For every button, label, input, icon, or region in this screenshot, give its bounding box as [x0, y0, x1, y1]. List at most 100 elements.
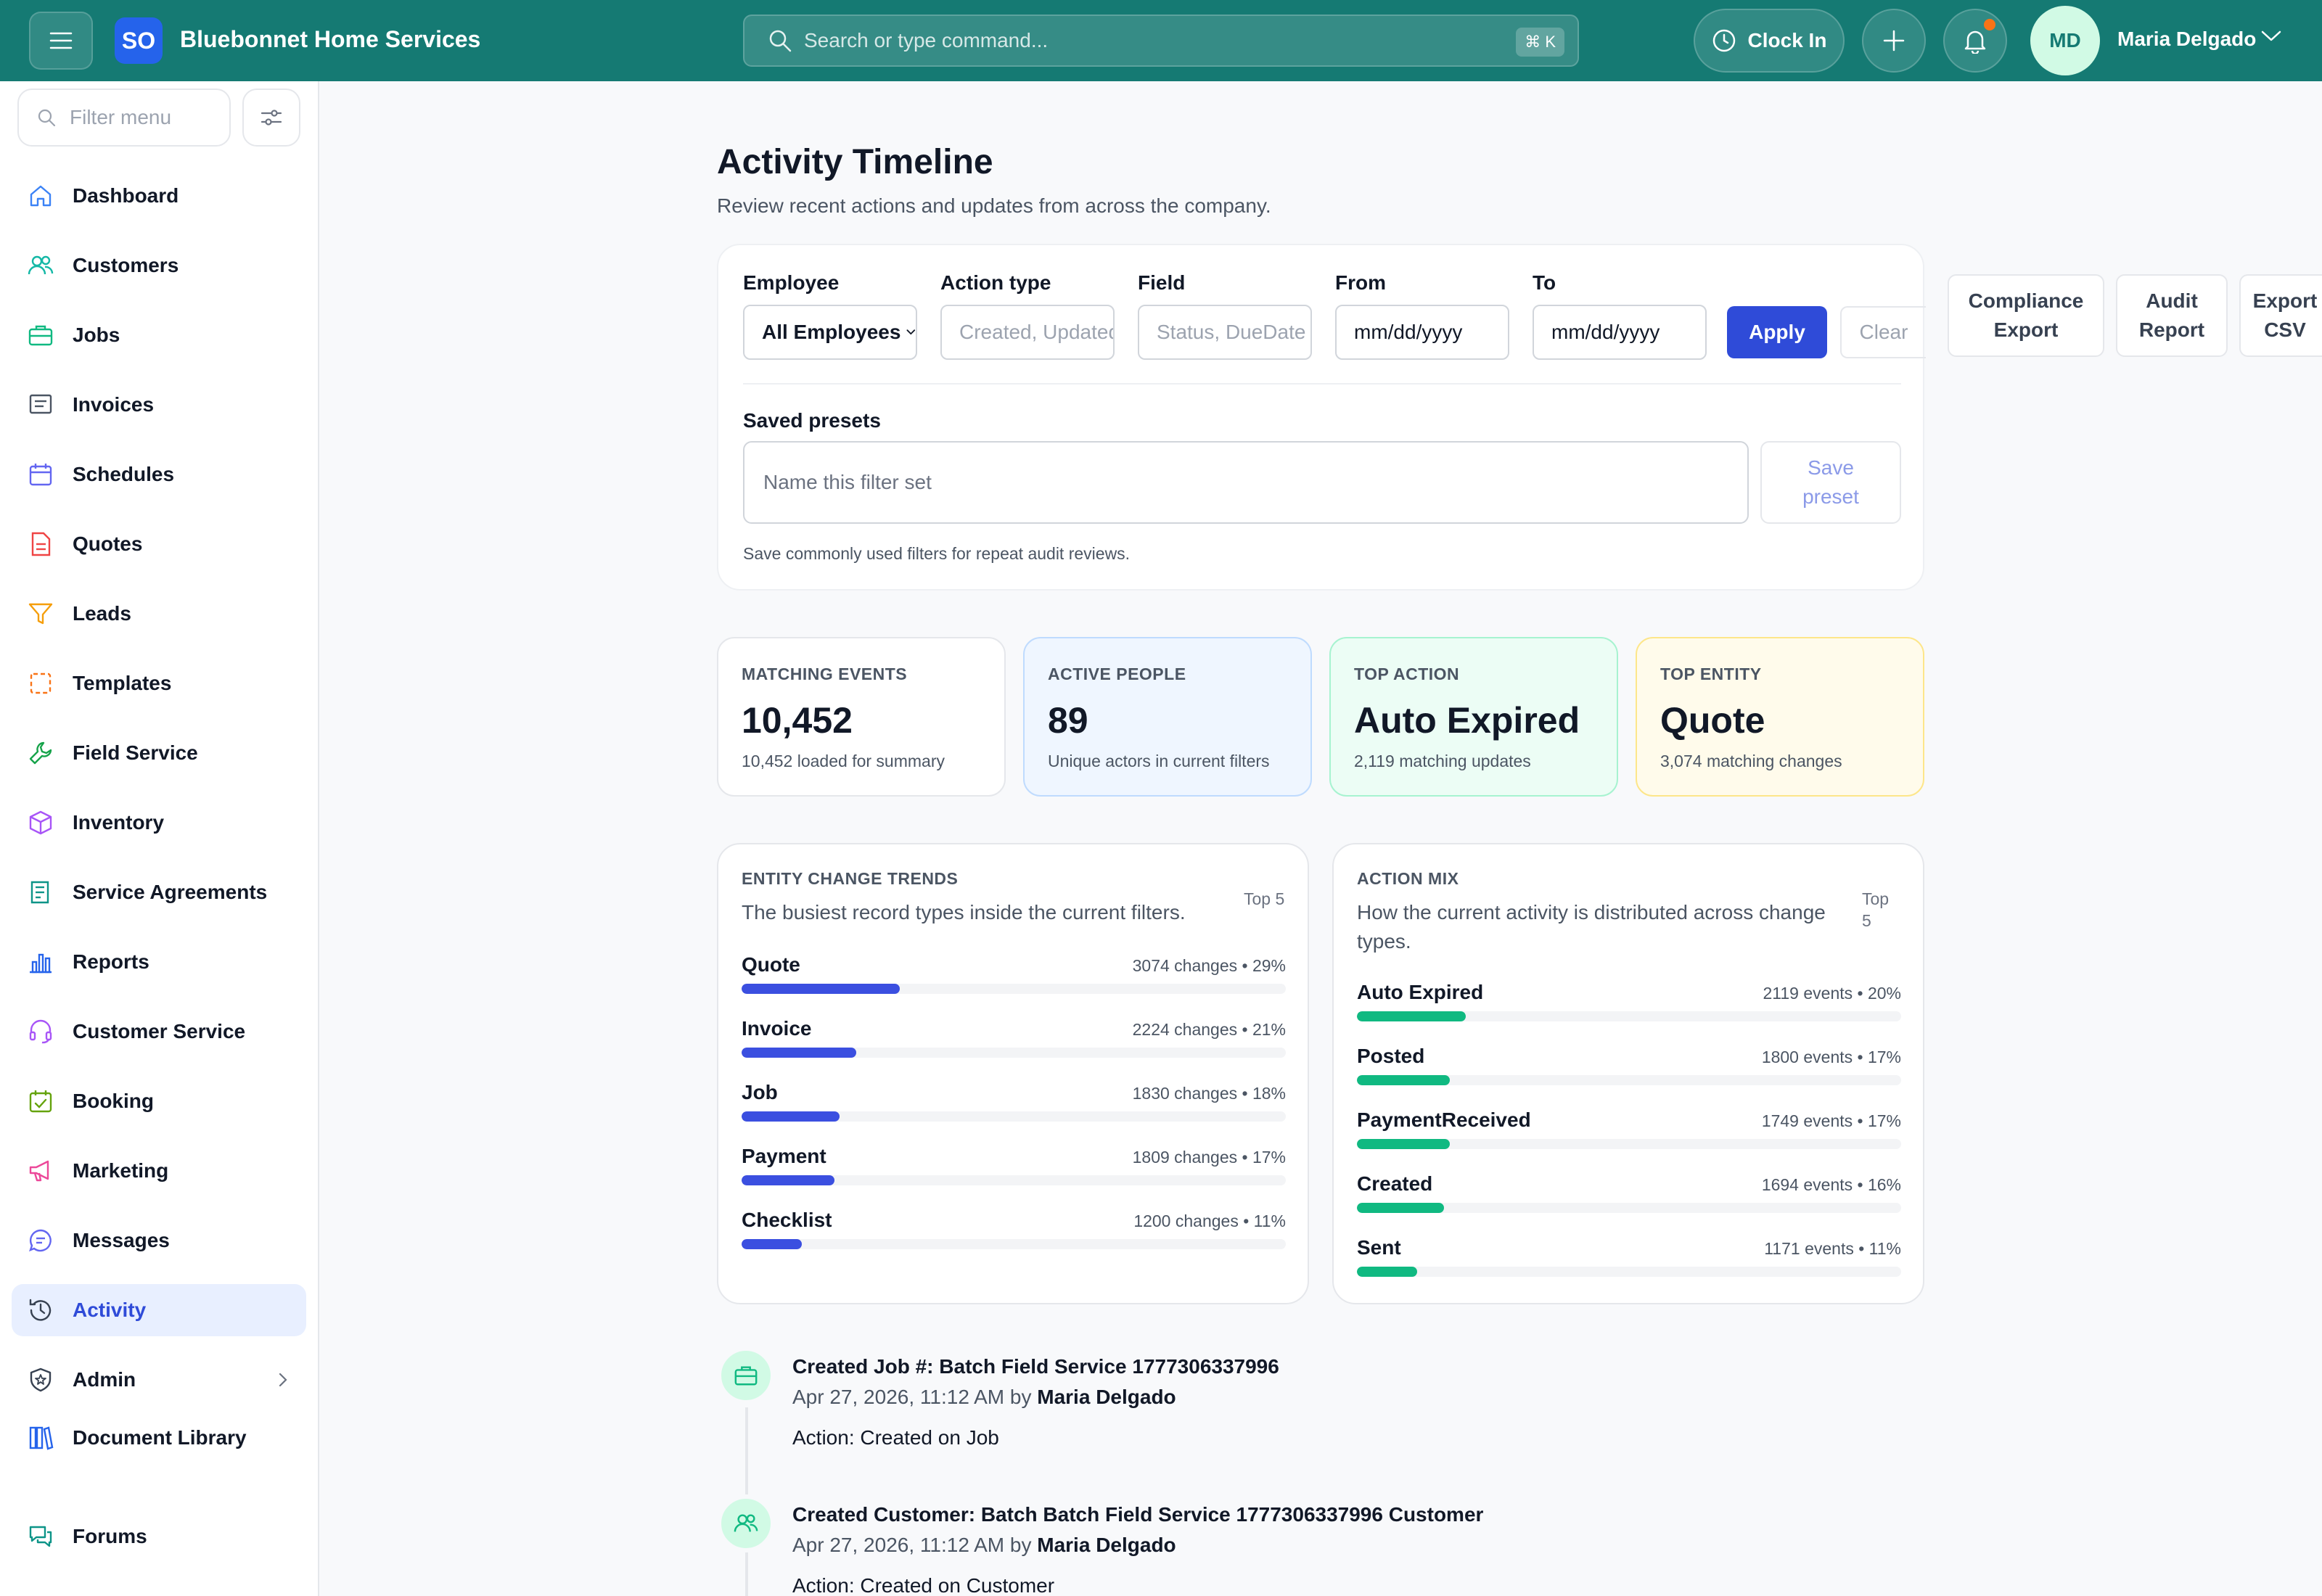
- sidebar-item-document-library[interactable]: Document Library: [12, 1412, 306, 1464]
- timeline-item-user[interactable]: Maria Delgado: [1037, 1386, 1176, 1408]
- stat-value: Quote: [1660, 700, 1765, 741]
- trend-row-meta: 1749 events • 17%: [1761, 1111, 1901, 1130]
- field-placeholder: Status, DueDate: [1157, 321, 1306, 343]
- to-date-value: mm/dd/yyyy: [1551, 321, 1660, 343]
- sidebar-item-label: Schedules: [73, 463, 175, 485]
- sidebar-item-leads[interactable]: Leads: [12, 588, 306, 640]
- chevron-right-icon: [279, 1373, 287, 1387]
- sidebar-item-customer-service[interactable]: Customer Service: [12, 1005, 306, 1058]
- sidebar-item-jobs[interactable]: Jobs: [12, 309, 306, 361]
- sidebar-item-quotes[interactable]: Quotes: [12, 518, 306, 570]
- trend-row: PaymentReceived 1749 events • 17%: [1357, 1108, 1901, 1149]
- audit-report-button[interactable]: Audit Report: [2116, 274, 2228, 357]
- sidebar-item-templates[interactable]: Templates: [12, 657, 306, 709]
- search-icon: [769, 30, 792, 52]
- company-logo[interactable]: SO: [115, 17, 163, 64]
- user-avatar[interactable]: MD: [2030, 6, 2100, 75]
- timeline-item-date: Apr 27, 2026, 11:12 AM by: [792, 1386, 1032, 1408]
- global-search-input[interactable]: Search or type command... ⌘ K: [743, 15, 1579, 67]
- home-icon: [30, 185, 52, 207]
- to-date-input[interactable]: mm/dd/yyyy: [1533, 305, 1707, 360]
- sidebar-item-inventory[interactable]: Inventory: [12, 797, 306, 849]
- action-mix-card: ACTION MIX How the current activity is d…: [1332, 843, 1924, 1304]
- trend-bar-fill: [1357, 1139, 1450, 1149]
- quick-add-button[interactable]: [1862, 9, 1926, 73]
- template-icon: [30, 672, 52, 694]
- sidebar-item-label: Customer Service: [73, 1020, 246, 1042]
- chevron-down-icon[interactable]: [2260, 29, 2283, 44]
- employee-label: Employee: [743, 271, 840, 294]
- from-date-label: From: [1335, 271, 1386, 294]
- clock-in-button[interactable]: Clock In: [1694, 9, 1845, 73]
- trend-bar-fill: [1357, 1203, 1444, 1213]
- apply-filters-button[interactable]: Apply: [1727, 306, 1827, 358]
- export-csv-button[interactable]: Export CSV: [2239, 274, 2322, 357]
- sidebar-item-admin[interactable]: Admin: [12, 1354, 306, 1406]
- trend-row: Created 1694 events • 16%: [1357, 1172, 1901, 1213]
- library-icon: [29, 1426, 54, 1450]
- sidebar-item-dashboard[interactable]: Dashboard: [12, 170, 306, 222]
- preset-name-input[interactable]: Name this filter set: [743, 441, 1749, 524]
- menu-settings-button[interactable]: [242, 89, 300, 147]
- field-input[interactable]: Status, DueDate: [1138, 305, 1312, 360]
- agreement-icon: [30, 881, 49, 904]
- sidebar-item-label: Forums: [73, 1525, 147, 1547]
- stat-title: MATCHING EVENTS: [742, 665, 908, 683]
- timeline-item-user[interactable]: Maria Delgado: [1037, 1534, 1176, 1556]
- sidebar-item-messages[interactable]: Messages: [12, 1214, 306, 1267]
- bell-icon: [1964, 30, 1986, 54]
- sidebar-item-label: Dashboard: [73, 184, 179, 207]
- trend-row-name: Job: [742, 1081, 778, 1103]
- sidebar-item-label: Booking: [73, 1090, 154, 1112]
- stat-value: 89: [1048, 700, 1088, 741]
- entity-trends-card: ENTITY CHANGE TRENDS The busiest record …: [717, 843, 1309, 1304]
- trend-row-name: Created: [1357, 1172, 1433, 1195]
- sidebar-item-marketing[interactable]: Marketing: [12, 1145, 306, 1197]
- chevron-down-icon: [906, 329, 916, 335]
- sidebar-item-forums[interactable]: Forums: [12, 1510, 306, 1563]
- from-date-input[interactable]: mm/dd/yyyy: [1335, 305, 1509, 360]
- sidebar-item-service-agreements[interactable]: Service Agreements: [12, 866, 306, 918]
- timeline-item-meta: Apr 27, 2026, 11:12 AM by Maria Delgado: [792, 1534, 1176, 1557]
- employee-select[interactable]: All Employees: [743, 305, 917, 360]
- stat-title: ACTIVE PEOPLE: [1048, 665, 1186, 683]
- sidebar-item-schedules[interactable]: Schedules: [12, 448, 306, 501]
- preset-name-placeholder: Name this filter set: [763, 471, 932, 493]
- stat-card-top-action: TOP ACTION Auto Expired 2,119 matching u…: [1329, 637, 1618, 797]
- trend-bar-track: [1357, 1075, 1901, 1085]
- user-name[interactable]: Maria Delgado: [2117, 28, 2256, 51]
- sidebar-item-label: Marketing: [73, 1159, 169, 1182]
- trend-row-name: Posted: [1357, 1045, 1425, 1067]
- sidebar-item-activity[interactable]: Activity: [12, 1284, 306, 1336]
- stat-value: Auto Expired: [1354, 700, 1580, 741]
- trend-bar-fill: [742, 1111, 840, 1122]
- sidebar-item-booking[interactable]: Booking: [12, 1075, 306, 1127]
- filter-menu-input[interactable]: Filter menu: [17, 89, 231, 147]
- sidebar-item-customers[interactable]: Customers: [12, 239, 306, 292]
- sidebar-item-invoices[interactable]: Invoices: [12, 379, 306, 431]
- trend-row-name: Sent: [1357, 1236, 1401, 1259]
- timeline-item-title[interactable]: Created Customer: Batch Batch Field Serv…: [792, 1503, 1483, 1526]
- notification-dot: [1984, 19, 1995, 30]
- sidebar-item-label: Messages: [73, 1229, 170, 1251]
- clear-filters-button[interactable]: Clear: [1840, 306, 1926, 358]
- timeline-item-title[interactable]: Created Job #: Batch Field Service 17773…: [792, 1355, 1279, 1378]
- action-type-input[interactable]: Created, Updated: [940, 305, 1115, 360]
- sidebar-item-field-service[interactable]: Field Service: [12, 727, 306, 779]
- sidebar-item-label: Templates: [73, 672, 172, 694]
- notifications-button[interactable]: [1943, 9, 2007, 73]
- save-preset-button[interactable]: Save preset: [1760, 441, 1901, 524]
- stat-subtext: 10,452 loaded for summary: [742, 752, 945, 770]
- compliance-export-button[interactable]: Compliance Export: [1948, 274, 2104, 357]
- trend-bar-track: [742, 1175, 1286, 1185]
- filter-menu-placeholder: Filter menu: [70, 106, 172, 128]
- forum-icon: [29, 1526, 52, 1547]
- trend-bar-fill: [742, 984, 900, 994]
- trend-row: Invoice 2224 changes • 21%: [742, 1017, 1286, 1058]
- trend-row: Job 1830 changes • 18%: [742, 1081, 1286, 1122]
- sidebar-item-reports[interactable]: Reports: [12, 936, 306, 988]
- timeline-item-action: Action: Created on Job: [792, 1426, 999, 1449]
- hamburger-menu-button[interactable]: [29, 12, 93, 70]
- trend-row: Posted 1800 events • 17%: [1357, 1045, 1901, 1085]
- timeline-item-action: Action: Created on Customer: [792, 1574, 1055, 1596]
